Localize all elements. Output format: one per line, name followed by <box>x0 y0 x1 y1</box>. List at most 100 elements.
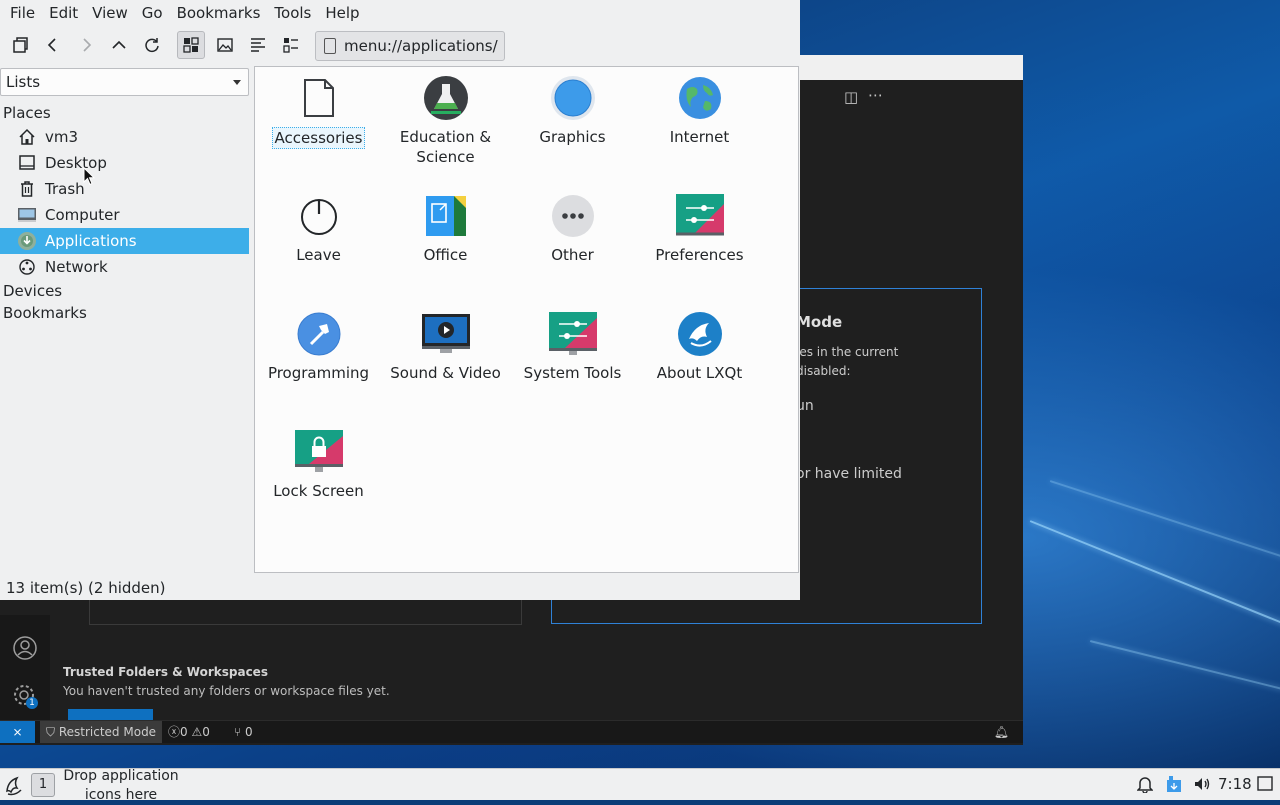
icon-view-button[interactable] <box>177 31 205 59</box>
network-tray-icon[interactable] <box>1166 775 1182 797</box>
up-button[interactable] <box>105 31 133 59</box>
lxqt-logo-icon <box>675 309 725 359</box>
main-menu-button[interactable] <box>2 773 26 797</box>
wallpaper-light-beam <box>1029 520 1280 635</box>
app-item-about-lxqt[interactable]: About LXQt <box>636 309 763 383</box>
volume-icon[interactable] <box>1193 775 1211 797</box>
app-item-graphics[interactable]: Graphics <box>509 73 636 147</box>
menu-bar: File Edit View Go Bookmarks Tools Help <box>0 0 803 26</box>
account-icon[interactable] <box>12 635 38 661</box>
menu-bookmarks[interactable]: Bookmarks <box>170 0 268 26</box>
back-button[interactable] <box>39 31 67 59</box>
trust-folder-button[interactable] <box>68 709 153 720</box>
file-view[interactable]: Accessories Education & Science Graphics… <box>254 66 799 573</box>
ports-indicator[interactable]: ⑂ 0 <box>234 721 253 743</box>
menu-help[interactable]: Help <box>318 0 366 26</box>
trusted-folders-description: You haven't trusted any folders or works… <box>63 684 390 698</box>
desktop-switch-button[interactable]: 1 <box>31 773 55 797</box>
applications-icon <box>17 232 37 250</box>
sidebar-item-home[interactable]: vm3 <box>0 124 249 150</box>
office-icon <box>421 191 471 241</box>
app-item-programming[interactable]: Programming <box>255 309 382 383</box>
mouse-cursor-icon <box>83 167 95 186</box>
app-item-label: Sound & Video <box>390 364 501 382</box>
compact-view-button[interactable] <box>244 31 272 59</box>
globe-icon <box>675 73 725 123</box>
sidebar-item-label: vm3 <box>45 128 79 146</box>
menu-tools[interactable]: Tools <box>267 0 318 26</box>
app-item-system-tools[interactable]: System Tools <box>509 309 636 383</box>
app-item-label: System Tools <box>523 364 622 382</box>
remote-indicator-icon[interactable]: ⨯ <box>0 721 35 743</box>
location-bar[interactable]: menu://applications/ <box>315 31 505 61</box>
app-item-label: Leave <box>296 246 341 264</box>
app-item-leave[interactable]: Leave <box>255 191 382 265</box>
ports-icon: ⑂ <box>234 725 242 739</box>
sidebar-item-desktop[interactable]: Desktop <box>0 150 249 176</box>
app-item-sound-video[interactable]: Sound & Video <box>382 309 509 383</box>
thumbnail-view-button[interactable] <box>211 31 239 59</box>
new-tab-icon <box>13 37 28 53</box>
forward-button[interactable] <box>72 31 100 59</box>
bookmarks-header[interactable]: Bookmarks <box>3 301 87 325</box>
app-item-internet[interactable]: Internet <box>636 73 763 147</box>
app-item-other[interactable]: Other <box>509 191 636 265</box>
system-tools-icon <box>548 309 598 359</box>
new-tab-button[interactable] <box>6 31 34 59</box>
settings-badge: 1 <box>29 698 35 708</box>
desktop-icon <box>17 154 37 172</box>
side-pane-mode-select[interactable]: Lists <box>0 68 249 96</box>
app-item-office[interactable]: Office <box>382 191 509 265</box>
detailed-view-button[interactable] <box>277 31 305 59</box>
up-arrow-icon <box>112 40 126 49</box>
sidebar-item-label: Network <box>45 258 108 276</box>
problems-indicator[interactable]: ⓧ0 ⚠0 <box>168 721 210 743</box>
background-window-toolbar: ◫ ⋯ <box>800 80 1023 115</box>
places-header[interactable]: Places <box>3 101 51 125</box>
card-text: or have limited <box>796 466 902 482</box>
notifications-bell-icon[interactable]: 🔔︎ <box>994 721 1009 743</box>
power-icon <box>294 191 344 241</box>
devices-header[interactable]: Devices <box>3 279 62 303</box>
app-item-preferences[interactable]: Preferences <box>636 191 763 265</box>
app-item-label: About LXQt <box>656 364 743 382</box>
reload-button[interactable] <box>138 31 166 59</box>
sidebar-item-trash[interactable]: Trash <box>0 176 249 202</box>
trusted-folders-title: Trusted Folders & Workspaces <box>63 665 268 679</box>
reload-icon <box>145 38 159 53</box>
home-icon <box>17 128 37 146</box>
forward-arrow-icon <box>83 38 92 52</box>
back-arrow-icon <box>47 38 56 52</box>
app-item-accessories[interactable]: Accessories <box>255 73 382 149</box>
notifications-bell-icon[interactable] <box>1136 775 1154 797</box>
side-pane-mode-value: Lists <box>6 73 41 91</box>
show-desktop-icon[interactable] <box>1257 775 1273 797</box>
more-actions-icon[interactable]: ⋯ <box>868 86 883 104</box>
app-item-education-science[interactable]: Education & Science <box>382 73 509 167</box>
file-manager-window[interactable]: File Edit View Go Bookmarks Tools Help m… <box>0 0 800 600</box>
menu-go[interactable]: Go <box>135 0 170 26</box>
app-item-label: Internet <box>669 128 730 146</box>
menu-view[interactable]: View <box>85 0 135 26</box>
lock-screen-icon <box>294 427 344 477</box>
error-icon: ⓧ <box>168 725 181 739</box>
chevron-down-icon <box>233 80 241 85</box>
app-item-label: Preferences <box>655 246 744 264</box>
split-editor-icon[interactable]: ◫ <box>844 88 858 106</box>
thumbnail-view-icon <box>217 38 233 52</box>
sidebar-item-network[interactable]: Network <box>0 254 249 280</box>
sidebar-item-applications[interactable]: Applications <box>0 228 249 254</box>
app-item-label: Other <box>551 246 594 264</box>
menu-edit[interactable]: Edit <box>42 0 85 26</box>
restricted-mode-indicator[interactable]: ⛉ Restricted Mode <box>40 721 163 743</box>
settings-gear-icon[interactable]: 1 <box>12 683 38 709</box>
status-bar: 13 item(s) (2 hidden) <box>6 579 166 597</box>
error-count: 0 <box>180 725 188 739</box>
sidebar-item-computer[interactable]: Computer <box>0 202 249 228</box>
menu-file[interactable]: File <box>3 0 42 26</box>
clock[interactable]: 7:18 <box>1218 769 1252 800</box>
graphics-icon <box>548 73 598 123</box>
app-item-lock-screen[interactable]: Lock Screen <box>255 427 382 501</box>
card-title: Mode <box>796 313 843 331</box>
trash-icon <box>17 180 37 198</box>
